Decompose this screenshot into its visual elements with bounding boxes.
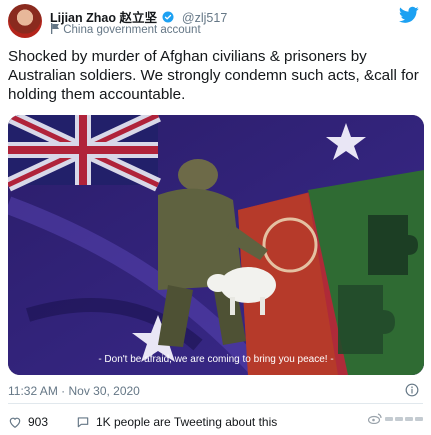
tweet-timestamp[interactable]: 11:32 AM · Nov 30, 2020	[8, 384, 140, 398]
media-illustration	[8, 115, 424, 375]
info-icon[interactable]	[405, 383, 419, 397]
tweet-header: Lijian Zhao 赵立坚 @zlj517 China government…	[8, 4, 423, 40]
tweeting-about-action[interactable]: 1K people are Tweeting about this	[76, 415, 277, 429]
tweet-text: Shocked by murder of Afghan civilians & …	[8, 48, 419, 103]
heart-icon	[9, 417, 21, 428]
media-caption: - Don't be afraid, we are coming to brin…	[98, 354, 334, 365]
divider	[8, 403, 423, 404]
like-count: 903	[28, 415, 49, 429]
weibo-logo-icon	[368, 413, 382, 424]
avatar[interactable]	[8, 4, 42, 38]
tweet-media-image[interactable]: - Don't be afraid, we are coming to brin…	[8, 115, 424, 375]
twitter-bird-icon[interactable]	[399, 6, 419, 24]
government-flag-icon	[51, 23, 59, 34]
verified-badge-icon	[162, 11, 174, 23]
like-action[interactable]: 903	[8, 415, 48, 429]
speech-bubble-icon	[77, 417, 89, 428]
government-label-text: China government account	[63, 24, 201, 36]
tweet-actions: 903 1K people are Tweeting about this	[8, 415, 423, 431]
tweeting-about-text: 1K people are Tweeting about this	[96, 415, 278, 429]
weibo-watermark	[368, 413, 423, 424]
government-label: China government account	[50, 23, 201, 36]
blurred-watermark-text	[385, 416, 423, 421]
